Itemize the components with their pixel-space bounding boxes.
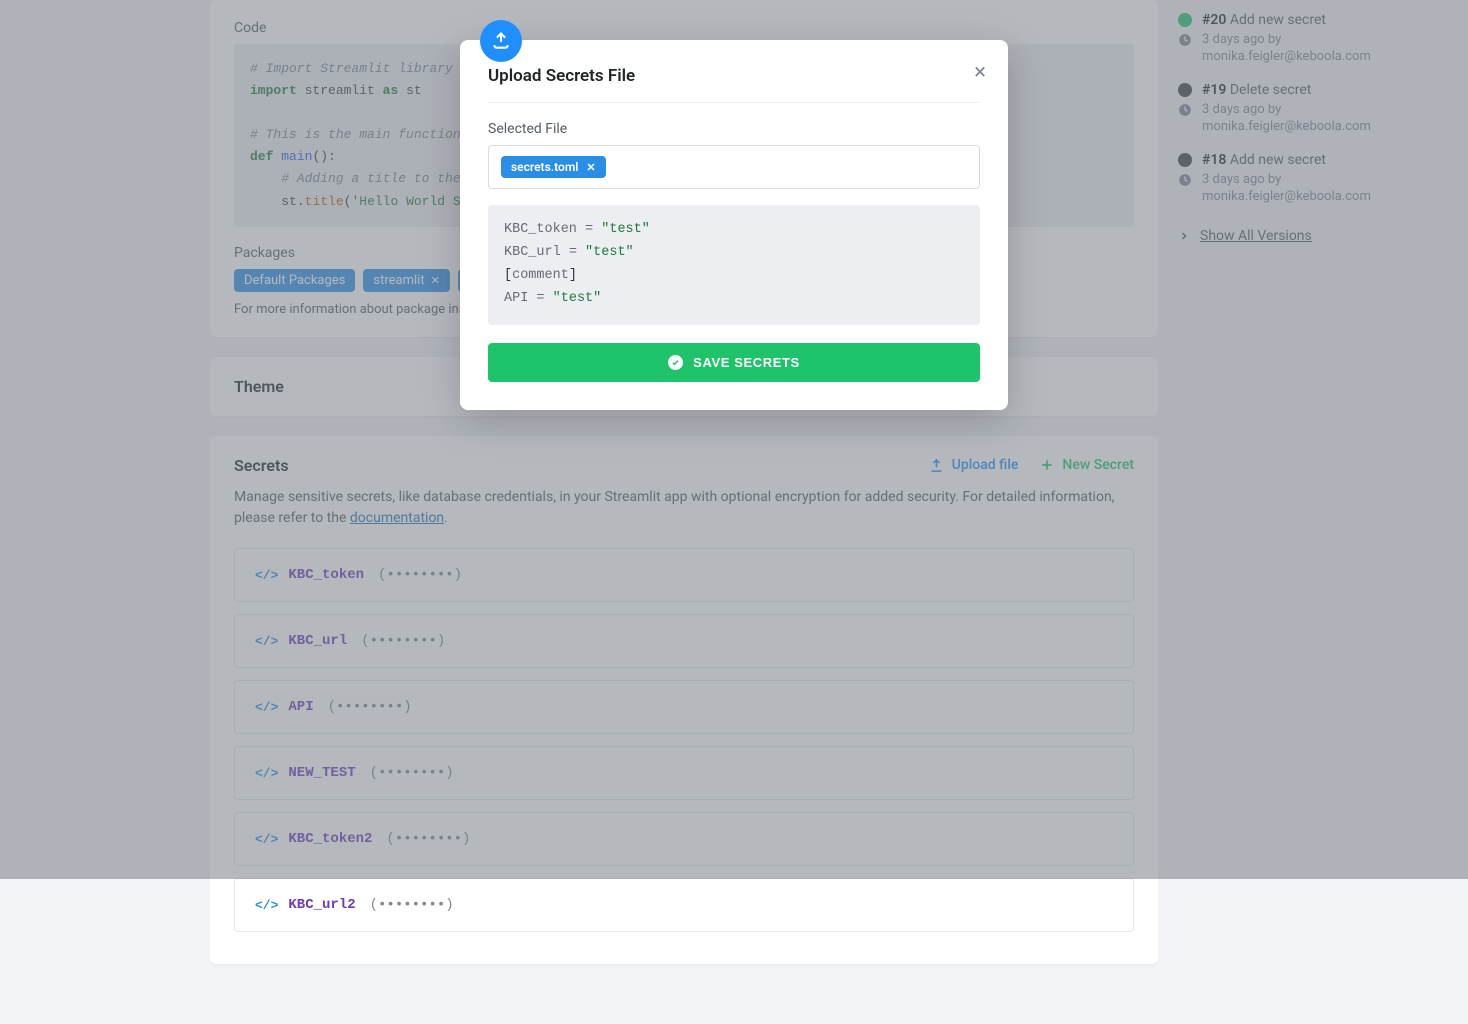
upload-icon-badge [480,20,522,62]
code-icon: </> [255,898,278,913]
selected-file-label: Selected File [488,121,980,137]
selected-file-box[interactable]: secrets.toml ✕ [488,145,980,189]
remove-file-icon[interactable]: ✕ [586,161,595,174]
save-secrets-button[interactable]: SAVE SECRETS [488,343,980,382]
modal-overlay[interactable]: × Upload Secrets File Selected File secr… [0,0,1468,879]
upload-icon [491,31,511,51]
file-chip: secrets.toml ✕ [501,156,606,178]
check-icon [668,355,683,370]
upload-secrets-modal: × Upload Secrets File Selected File secr… [460,40,1008,410]
divider [488,102,980,103]
close-button[interactable]: × [974,62,986,84]
modal-title: Upload Secrets File [488,66,980,86]
secret-row[interactable]: </> KBC_url2 (••••••••) [234,878,1134,932]
file-preview: KBC_token = "test" KBC_url = "test" [com… [488,205,980,325]
